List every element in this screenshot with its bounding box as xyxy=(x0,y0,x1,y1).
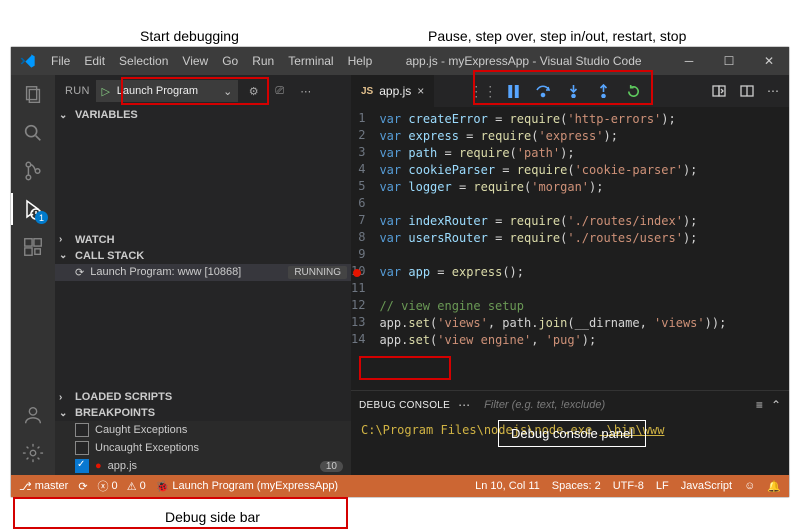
vscode-window: FileEditSelectionViewGoRunTerminalHelp a… xyxy=(11,47,789,497)
close-button[interactable]: ✕ xyxy=(749,47,789,75)
callstack-item[interactable]: ⟳ Launch Program: www [10868] RUNNING xyxy=(55,264,351,281)
red-box-toolbar xyxy=(473,70,653,105)
language-status[interactable]: JavaScript xyxy=(681,480,732,492)
run-debug-icon[interactable]: 1 xyxy=(21,197,45,221)
filter-input[interactable]: Filter (e.g. text, !exclude) xyxy=(478,399,748,411)
activity-bar: 1 xyxy=(11,75,55,475)
bp-appjs[interactable]: ●app.js10 xyxy=(55,457,351,475)
extensions-icon[interactable] xyxy=(21,235,45,259)
red-box-sidebar xyxy=(13,497,348,529)
explorer-icon[interactable] xyxy=(21,83,45,107)
variables-section[interactable]: ⌄VARIABLES xyxy=(55,107,351,123)
branch-status[interactable]: ⎇master xyxy=(19,480,68,493)
maximize-button[interactable]: ☐ xyxy=(709,47,749,75)
tab-label: app.js xyxy=(379,84,411,98)
run-label: RUN xyxy=(65,85,90,97)
split-editor-icon[interactable] xyxy=(739,83,755,99)
problems-status[interactable]: ⓧ0 ⚠0 xyxy=(98,478,146,494)
more-actions-icon[interactable]: ⋯ xyxy=(767,84,779,98)
spaces-status[interactable]: Spaces: 2 xyxy=(552,480,601,492)
feedback-icon[interactable]: ☺ xyxy=(744,480,755,492)
bp-caught[interactable]: Caught Exceptions xyxy=(55,421,351,439)
menu-go[interactable]: Go xyxy=(216,51,244,71)
menu-help[interactable]: Help xyxy=(342,51,379,71)
stop-icon[interactable] xyxy=(653,81,673,101)
run-sidebar: RUN ▷ Launch Program ⌄ ⚙ ⎚ ⋯ ⌄VARIABLES … xyxy=(55,75,351,475)
vscode-logo-icon xyxy=(11,53,45,69)
eol-status[interactable]: LF xyxy=(656,480,669,492)
watch-section[interactable]: ›WATCH xyxy=(55,232,351,248)
red-box-console-tab xyxy=(359,356,451,380)
status-bar: ⎇master ⟳ ⓧ0 ⚠0 🐞Launch Program (myExpre… xyxy=(11,475,789,497)
line-gutter[interactable]: 1234567891011121314 xyxy=(351,107,373,390)
panel-more-icon[interactable]: ⋯ xyxy=(458,398,470,412)
loaded-scripts-section[interactable]: ›LOADED SCRIPTS xyxy=(55,389,351,405)
editor-area: JS app.js × ⋮⋮ xyxy=(351,75,789,475)
bp-uncaught[interactable]: Uncaught Exceptions xyxy=(55,439,351,457)
breakpoints-section[interactable]: ⌄BREAKPOINTS xyxy=(55,405,351,421)
spinner-icon: ⟳ xyxy=(75,266,84,279)
callstack-item-label: Launch Program: www [10868] xyxy=(90,266,241,278)
launch-status[interactable]: 🐞Launch Program (myExpressApp) xyxy=(156,480,338,493)
annotation-debug-controls: Pause, step over, step in/out, restart, … xyxy=(428,28,686,44)
word-wrap-icon[interactable]: ≡ xyxy=(756,398,763,412)
debug-console-tab[interactable]: DEBUG CONSOLE xyxy=(359,400,450,411)
tab-appjs[interactable]: JS app.js × xyxy=(351,75,435,107)
menu-run[interactable]: Run xyxy=(246,51,280,71)
titlebar: FileEditSelectionViewGoRunTerminalHelp a… xyxy=(11,47,789,75)
encoding-status[interactable]: UTF-8 xyxy=(613,480,644,492)
menu-selection[interactable]: Selection xyxy=(113,51,174,71)
js-icon: JS xyxy=(361,86,373,97)
menu-terminal[interactable]: Terminal xyxy=(282,51,339,71)
menu-bar: FileEditSelectionViewGoRunTerminalHelp xyxy=(45,51,378,71)
annotation-console-panel: Debug console panel xyxy=(498,420,646,447)
compare-icon[interactable] xyxy=(711,83,727,99)
ln-col-status[interactable]: Ln 10, Col 11 xyxy=(475,480,540,492)
debug-console-icon[interactable]: ⎚ xyxy=(270,85,290,98)
search-icon[interactable] xyxy=(21,121,45,145)
annotation-start-debugging: Start debugging xyxy=(140,28,239,44)
accounts-icon[interactable] xyxy=(21,403,45,427)
callstack-section[interactable]: ⌄CALL STACK xyxy=(55,248,351,264)
notifications-icon[interactable]: 🔔 xyxy=(767,480,781,493)
red-box-launch xyxy=(121,77,269,105)
window-title: app.js - myExpressApp - Visual Studio Co… xyxy=(378,54,669,68)
menu-view[interactable]: View xyxy=(176,51,214,71)
close-tab-icon[interactable]: × xyxy=(417,84,424,98)
minimize-button[interactable]: ─ xyxy=(669,47,709,75)
running-tag: RUNNING xyxy=(288,266,347,279)
debug-badge: 1 xyxy=(35,211,48,224)
menu-edit[interactable]: Edit xyxy=(78,51,111,71)
menu-file[interactable]: File xyxy=(45,51,76,71)
source-control-icon[interactable] xyxy=(21,159,45,183)
code-editor[interactable]: var createError = require('http-errors')… xyxy=(373,107,726,390)
panel-chevron-icon[interactable]: ⌃ xyxy=(771,398,781,412)
more-icon[interactable]: ⋯ xyxy=(296,85,316,98)
start-debug-icon[interactable]: ▷ xyxy=(97,85,115,98)
settings-gear-icon[interactable] xyxy=(21,441,45,465)
sync-status[interactable]: ⟳ xyxy=(78,480,87,493)
